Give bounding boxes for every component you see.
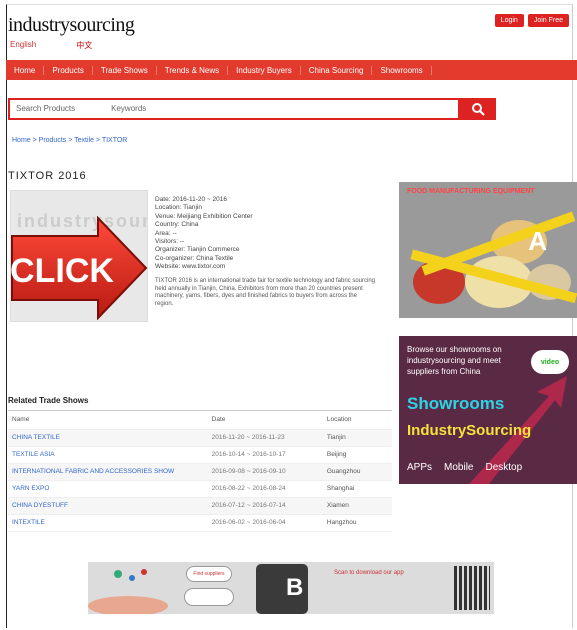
- search-icon: [472, 103, 485, 116]
- nav-item-showrooms[interactable]: Showrooms: [372, 65, 432, 75]
- nav-item-trade-shows[interactable]: Trade Shows: [93, 65, 157, 75]
- show-date: 2016-08-22 ~ 2016-08-24: [207, 480, 323, 498]
- show-date: 2016-11-20 ~ 2016-11-23: [207, 429, 323, 447]
- show-date: 2016-07-12 ~ 2016-07-14: [207, 497, 323, 515]
- show-location: Shanghai: [322, 480, 392, 498]
- show-date: 2016-06-02 ~ 2016-06-04: [207, 514, 323, 532]
- table-row: TEXTILE ASIA 2016-10-14 ~ 2016-10-17 Bei…: [8, 446, 392, 464]
- nav-item-home[interactable]: Home: [6, 65, 45, 75]
- trade-show-table: Name Date Location CHINA TEXTILE 2016-11…: [8, 411, 392, 532]
- table-header: Name Date Location: [8, 411, 392, 430]
- food-ad-graphic: [410, 211, 577, 308]
- show-location: Xiamen: [322, 497, 392, 515]
- platform-list: APPs Mobile Desktop: [407, 462, 522, 473]
- table-row: CHINA DYESTUFF 2016-07-12 ~ 2016-07-14 X…: [8, 497, 392, 515]
- ad-banner-b[interactable]: Find suppliers B Scan to download our ap…: [88, 562, 494, 614]
- info-line: Country: China: [155, 221, 199, 229]
- search-bar[interactable]: Search Products Keywords: [8, 98, 460, 120]
- account-buttons: Login Join Free: [494, 14, 569, 27]
- nav-item-china-sourcing[interactable]: China Sourcing: [301, 65, 373, 75]
- info-line: Location: Tianjin: [155, 204, 202, 212]
- show-location: Guangzhou: [322, 463, 392, 481]
- lang-chinese[interactable]: 中文: [76, 40, 92, 51]
- ad-a-label: A: [528, 226, 547, 256]
- main-nav: Home Products Trade Shows Trends & News …: [6, 60, 577, 80]
- lang-english[interactable]: English: [10, 40, 36, 51]
- click-label: CLICK: [10, 252, 114, 290]
- page-title: TIXTOR 2016: [8, 170, 87, 182]
- info-line: Website: www.tixtor.com: [155, 263, 226, 271]
- search-category-select[interactable]: Search Products: [16, 104, 75, 114]
- qr-code-icon[interactable]: [454, 566, 490, 610]
- section-title: Related Trade Shows: [8, 396, 392, 411]
- ad-b-text: Scan to download our app: [334, 570, 404, 576]
- platform-apps: APPs: [407, 462, 433, 473]
- login-button[interactable]: Login: [494, 14, 524, 27]
- showroom-subtitle: IndustrySourcing: [407, 422, 532, 439]
- info-line: Venue: Meijiang Exhibition Center: [155, 212, 253, 220]
- show-location: Hangzhou: [322, 514, 392, 532]
- info-line: Visitors: --: [155, 238, 185, 246]
- nav-item-trends[interactable]: Trends & News: [157, 65, 229, 75]
- join-button[interactable]: Join Free: [527, 14, 569, 27]
- breadcrumb[interactable]: Home > Products > Textile > TIXTOR: [12, 137, 127, 144]
- table-row: CHINA TEXTILE 2016-11-20 ~ 2016-11-23 Ti…: [8, 429, 392, 447]
- language-switcher: English 中文: [10, 40, 92, 51]
- ad-b-bubble-empty: [184, 588, 234, 606]
- show-name-link[interactable]: YARN EXPO: [8, 480, 208, 498]
- info-line: Co-organizer: China Textile: [155, 254, 234, 262]
- ad-a-title: FOOD MANUFACTURING EQUIPMENT: [407, 188, 535, 195]
- ad-showroom-banner[interactable]: Browse our showrooms on industrysourcing…: [399, 336, 577, 484]
- hand-graphic: [88, 569, 168, 614]
- show-name-link[interactable]: TEXTILE ASIA: [8, 446, 208, 464]
- nav-item-products[interactable]: Products: [44, 65, 93, 75]
- show-date: 2016-09-08 ~ 2016-09-10: [207, 463, 323, 481]
- related-trade-shows: Related Trade Shows Name Date Location C…: [8, 396, 392, 532]
- ad-banner-a[interactable]: FOOD MANUFACTURING EQUIPMENT A: [399, 182, 577, 318]
- show-name-link[interactable]: CHINA DYESTUFF: [8, 497, 208, 515]
- ad-b-bubble: Find suppliers: [186, 566, 232, 582]
- show-location: Tianjin: [322, 429, 392, 447]
- table-row: INTERNATIONAL FABRIC AND ACCESSORIES SHO…: [8, 463, 392, 481]
- table-row: YARN EXPO 2016-08-22 ~ 2016-08-24 Shangh…: [8, 480, 392, 498]
- video-badge: video: [531, 350, 569, 374]
- show-name-link[interactable]: CHINA TEXTILE: [8, 429, 208, 447]
- showroom-headline: Browse our showrooms on industrysourcing…: [407, 345, 502, 376]
- info-line: Organizer: Tianjin Commerce: [155, 246, 240, 254]
- click-arrow-badge[interactable]: CLICK: [10, 216, 148, 320]
- search-button[interactable]: [460, 98, 496, 120]
- showroom-title: Showrooms: [407, 394, 505, 413]
- show-name-link[interactable]: INTERNATIONAL FABRIC AND ACCESSORIES SHO…: [8, 463, 208, 481]
- search-input[interactable]: Keywords: [111, 104, 146, 114]
- show-name-link[interactable]: INTEXTILE: [8, 514, 208, 532]
- column-header: Name: [8, 411, 208, 430]
- column-header: Location: [322, 411, 392, 430]
- column-header: Date: [207, 411, 323, 430]
- table-row: INTEXTILE 2016-06-02 ~ 2016-06-04 Hangzh…: [8, 514, 392, 532]
- nav-item-buyers[interactable]: Industry Buyers: [228, 65, 301, 75]
- product-info: Date: 2016-11-20 ~ 2016 Location: Tianji…: [155, 196, 375, 272]
- info-line: Area: --: [155, 229, 177, 237]
- info-line: Date: 2016-11-20 ~ 2016: [155, 196, 227, 203]
- platform-mobile: Mobile: [444, 462, 474, 473]
- platform-desktop: Desktop: [485, 462, 523, 473]
- site-logo[interactable]: industrysourcing: [8, 14, 135, 37]
- product-description: TIXTOR 2016 is an international trade fa…: [155, 278, 376, 307]
- ad-b-label: B: [286, 574, 304, 601]
- show-location: Beijing: [322, 446, 392, 464]
- show-date: 2016-10-14 ~ 2016-10-17: [207, 446, 323, 464]
